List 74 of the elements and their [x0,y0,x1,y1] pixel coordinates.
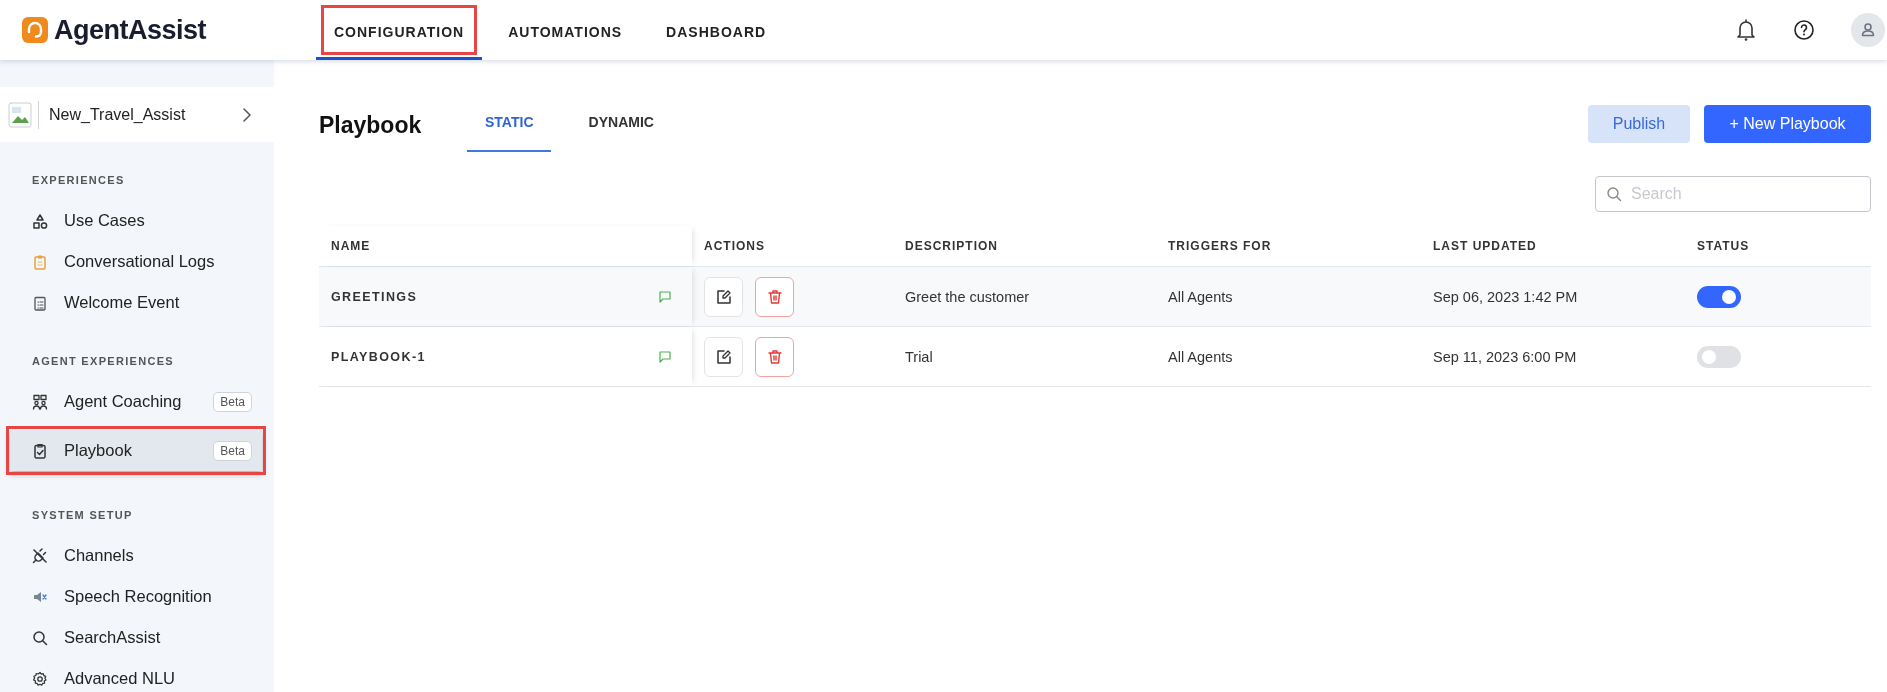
description-cell-text: Greet the customer [904,287,1031,307]
sidebar-item[interactable]: Welcome Event [10,282,262,323]
publish-button[interactable]: Publish [1588,105,1690,143]
item-label: Welcome Event [64,293,180,312]
sidebar-item[interactable]: Use Cases [10,200,262,241]
item-label: SearchAssist [64,628,161,647]
avatar-icon[interactable] [1851,13,1885,47]
delete-button[interactable] [755,336,794,377]
item-label: Agent Coaching [64,392,182,411]
bell-icon[interactable] [1735,18,1757,42]
sidebar-item[interactable]: Agent Coaching Beta [10,381,262,422]
clipboard-check-icon [32,442,48,459]
clipboard-icon [32,253,48,270]
triggers-cell-text: All Agents [1167,287,1234,307]
description-cell-text: Trial [904,347,934,367]
project-name: New_Travel_Assist [49,105,187,124]
column-header: DESCRIPTION [904,238,999,255]
gear-icon [32,670,48,687]
triggers-cell-text: All Agents [1167,347,1234,367]
delete-button[interactable] [755,276,794,317]
item-label: Advanced NLU [64,669,175,688]
broken-image-icon [8,101,32,128]
nav-tab[interactable]: DASHBOARD [648,0,785,60]
playbook-name: PLAYBOOK-1 [331,349,426,364]
nav-tab[interactable]: CONFIGURATION [316,0,483,60]
beta-badge: Beta [213,440,252,461]
sidebar-item[interactable]: Speech Recognition [10,576,262,617]
section-heading: AGENT EXPERIENCES [31,354,175,369]
shapes-icon [32,212,48,229]
item-label: Speech Recognition [64,587,212,606]
chevron-right-icon [242,106,252,123]
column-header: ACTIONS [703,238,766,255]
app-name: AgentAssist [54,14,207,46]
edit-icon [715,288,732,305]
item-label: Conversational Logs [64,252,215,271]
comment-icon [658,289,672,304]
headset-logo-icon [22,17,48,43]
edit-button[interactable] [704,336,743,377]
column-header: NAME [319,226,692,266]
status-toggle[interactable] [1697,285,1741,308]
search-icon [32,629,48,646]
item-label: Playbook [64,441,132,460]
clipboard-list-icon [32,294,48,311]
help-icon[interactable] [1793,19,1815,41]
new-playbook-button[interactable]: + New Playbook [1704,105,1871,143]
people-icon [32,393,48,410]
item-label: Channels [64,546,134,565]
date-cell-text: Sep 11, 2023 6:00 PM [1432,347,1578,367]
column-header: LAST UPDATED [1432,238,1538,255]
trash-icon [766,288,783,305]
beta-badge: Beta [213,391,252,412]
column-header: STATUS [1696,238,1751,255]
sidebar-item[interactable]: Channels [10,535,262,576]
sidebar-item[interactable]: SearchAssist [10,617,262,658]
sidebar-item[interactable]: Advanced NLU [10,658,262,692]
nav-tab[interactable]: AUTOMATIONS [490,0,641,60]
page-title: Playbook [319,111,422,139]
playbook-name: GREETINGS [331,289,418,304]
trash-icon [766,348,783,365]
edit-icon [715,348,732,365]
status-toggle[interactable] [1697,345,1741,368]
project-selector[interactable]: New_Travel_Assist [0,87,274,142]
search-field[interactable]: Search [1595,176,1871,212]
section-heading: SYSTEM SETUP [31,508,134,523]
section-heading: EXPERIENCES [31,173,126,188]
comment-icon [658,349,672,364]
sidebar-item[interactable]: Conversational Logs [10,241,262,282]
page-tab[interactable]: DYNAMIC [579,105,664,152]
date-cell-text: Sep 06, 2023 1:42 PM [1432,287,1579,307]
plug-icon [32,547,48,564]
page-tab[interactable]: STATIC [467,105,552,152]
column-header: TRIGGERS FOR [1167,238,1273,255]
edit-button[interactable] [704,276,743,317]
item-label: Use Cases [64,211,145,230]
